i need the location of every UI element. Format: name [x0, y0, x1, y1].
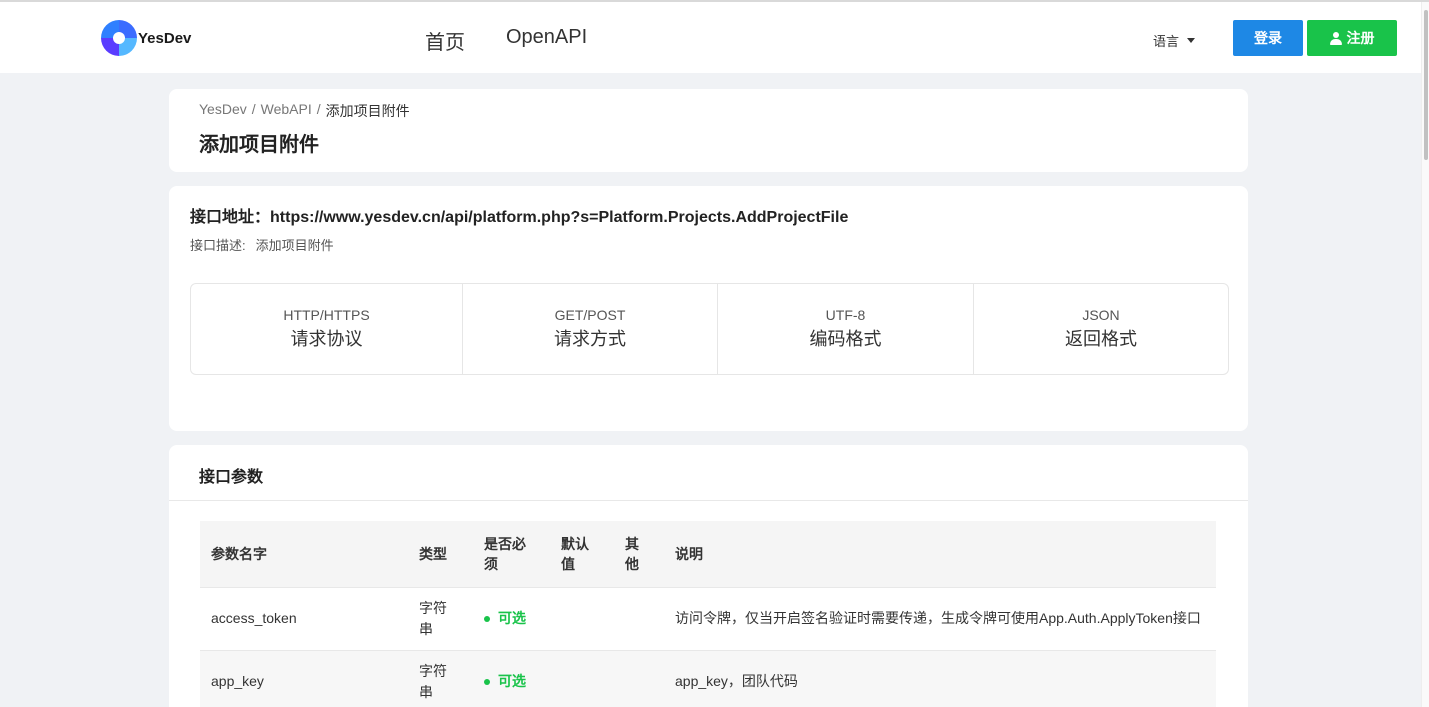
logo-icon	[101, 20, 137, 56]
param-desc: app_key，团队代码	[664, 650, 1216, 707]
main-nav: 首页 OpenAPI	[425, 26, 587, 55]
logo-text: YesDev	[138, 29, 192, 47]
col-header-required: 是否必须	[473, 521, 550, 588]
scroll-thumb[interactable]	[1424, 10, 1428, 160]
param-name: app_key	[200, 650, 408, 707]
col-header-desc: 说明	[664, 521, 1216, 588]
login-button[interactable]: 登录	[1233, 20, 1303, 56]
param-required: 可选	[473, 650, 550, 707]
info-value: JSON	[1082, 307, 1120, 323]
param-default	[550, 587, 614, 651]
table-header-row: 参数名字 类型 是否必须 默认值 其他 说明	[200, 521, 1216, 588]
api-url-value: https://www.yesdev.cn/api/platform.php?s…	[270, 209, 849, 226]
table-row: access_token 字符串 可选 访问令牌，仅当开启签名验证时需要传递，生…	[200, 587, 1216, 651]
col-header-default: 默认值	[550, 521, 614, 588]
api-desc-value: 添加项目附件	[255, 238, 334, 253]
required-value: 可选	[498, 610, 526, 626]
register-button[interactable]: 注册	[1307, 20, 1397, 56]
param-required: 可选	[473, 587, 550, 651]
api-description: 接口描述: 添加项目附件	[190, 235, 334, 254]
page-scrollbar[interactable]	[1421, 2, 1429, 707]
language-dropdown[interactable]: 语言	[1153, 31, 1196, 50]
caret-down-icon	[1187, 38, 1196, 43]
breadcrumb-separator: /	[251, 101, 256, 117]
language-label: 语言	[1153, 34, 1180, 49]
register-label: 注册	[1346, 30, 1375, 46]
breadcrumb-separator: /	[316, 101, 321, 117]
nav-openapi[interactable]: OpenAPI	[506, 26, 587, 55]
param-other	[614, 650, 664, 707]
param-other	[614, 587, 664, 651]
table-row: app_key 字符串 可选 app_key，团队代码	[200, 650, 1216, 707]
params-title: 接口参数	[199, 469, 264, 486]
api-url-label: 接口地址：	[190, 209, 271, 226]
col-header-other: 其他	[614, 521, 664, 588]
nav-home[interactable]: 首页	[425, 26, 465, 55]
api-info-card: 接口地址：https://www.yesdev.cn/api/platform.…	[169, 186, 1248, 431]
api-desc-label: 接口描述:	[190, 238, 246, 253]
required-value: 可选	[498, 673, 526, 689]
param-default	[550, 650, 614, 707]
info-label: 请求协议	[290, 329, 363, 349]
info-label: 编码格式	[809, 329, 882, 349]
status-dot-icon	[484, 678, 490, 685]
info-format: JSON 返回格式	[974, 284, 1228, 374]
breadcrumb: YesDev / WebAPI / 添加项目附件	[199, 101, 410, 121]
info-method: GET/POST 请求方式	[463, 284, 718, 374]
breadcrumb-webapi[interactable]: WebAPI	[261, 101, 312, 121]
params-table: 参数名字 类型 是否必须 默认值 其他 说明 access_token 字符串 …	[200, 521, 1216, 707]
info-encoding: UTF-8 编码格式	[718, 284, 974, 374]
logo[interactable]: YesDev	[101, 20, 191, 56]
param-type: 字符串	[408, 650, 473, 707]
user-icon	[1329, 31, 1342, 45]
breadcrumb-current: 添加项目附件	[325, 103, 410, 119]
api-info-box: HTTP/HTTPS 请求协议 GET/POST 请求方式 UTF-8 编码格式…	[190, 283, 1229, 375]
param-name: access_token	[200, 587, 408, 651]
info-label: 返回格式	[1065, 329, 1137, 349]
param-type: 字符串	[408, 587, 473, 651]
login-label: 登录	[1254, 30, 1282, 46]
info-protocol: HTTP/HTTPS 请求协议	[191, 284, 463, 374]
title-card: YesDev / WebAPI / 添加项目附件 添加项目附件	[169, 89, 1248, 172]
params-card: 接口参数 参数名字 类型 是否必须 默认值 其他 说明 access_token…	[169, 445, 1248, 707]
info-label: 请求方式	[554, 329, 626, 349]
divider	[169, 500, 1248, 501]
col-header-name: 参数名字	[200, 521, 408, 588]
info-value: GET/POST	[554, 307, 626, 323]
api-url: 接口地址：https://www.yesdev.cn/api/platform.…	[190, 203, 848, 227]
col-header-type: 类型	[408, 521, 473, 588]
param-desc: 访问令牌，仅当开启签名验证时需要传递，生成令牌可使用App.Auth.Apply…	[664, 587, 1216, 651]
info-value: HTTP/HTTPS	[283, 307, 370, 323]
info-value: UTF-8	[825, 307, 866, 323]
status-dot-icon	[484, 615, 490, 622]
breadcrumb-yesdev[interactable]: YesDev	[199, 101, 247, 121]
top-header: YesDev 首页 OpenAPI 语言 登录 注册	[0, 2, 1421, 73]
page-title: 添加项目附件	[199, 134, 319, 156]
